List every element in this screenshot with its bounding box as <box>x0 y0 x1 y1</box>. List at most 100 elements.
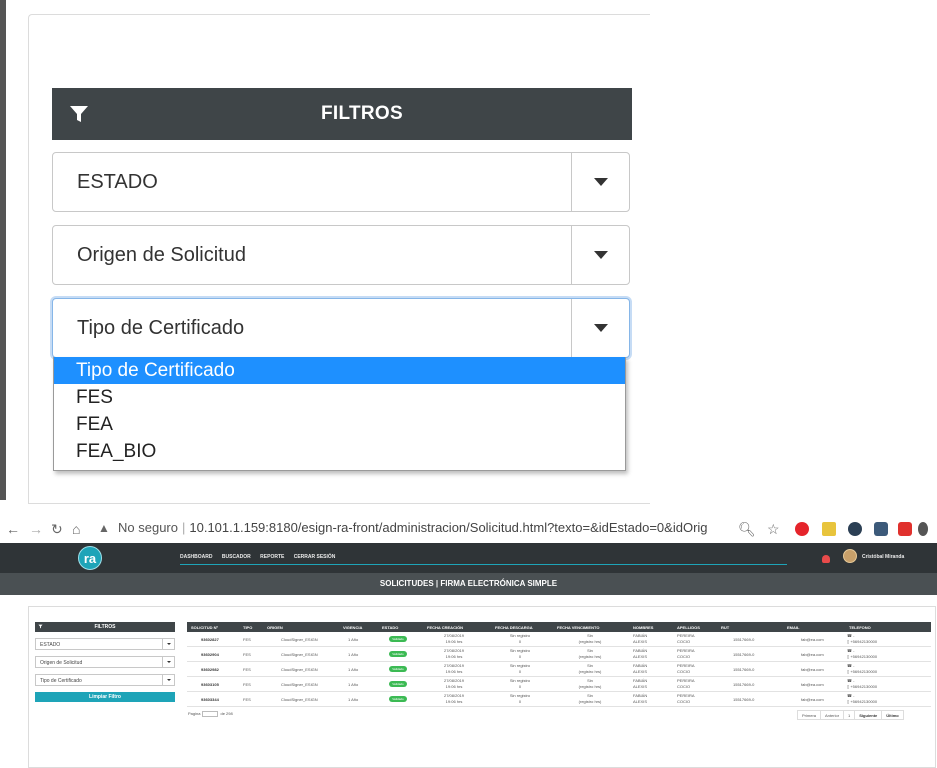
cell-telefono: ☎ - ▯ +56942130000 <box>847 678 877 690</box>
cell-id[interactable]: 93602827 <box>201 637 219 642</box>
zoom-icon[interactable]: 🔍︎ <box>738 521 756 538</box>
estado-dropdown-button[interactable] <box>571 153 629 211</box>
col-header[interactable]: FECHA VENCIMIENTO <box>557 625 599 630</box>
user-name[interactable]: Cristóbal Miranda <box>862 554 904 560</box>
nav-dashboard[interactable]: DASHBOARD <box>180 554 213 560</box>
first-name: FABIÁN <box>633 633 648 638</box>
dropdown-option[interactable]: Tipo de Certificado <box>54 357 625 384</box>
cell-id[interactable]: 93602982 <box>201 667 219 672</box>
star-icon[interactable]: ☆ <box>767 521 780 538</box>
cell-id[interactable]: 93602904 <box>201 652 219 657</box>
pager-next[interactable]: Siguiente <box>854 710 883 720</box>
small-estado-select[interactable]: ESTADO <box>35 638 175 650</box>
nav-buscador[interactable]: BUSCADOR <box>222 554 251 560</box>
extension-icon[interactable] <box>848 522 862 536</box>
phone-icon: ☎ <box>847 678 852 683</box>
table-row[interactable]: 93602827 FES CloudSigner_ESIGN 1 Año Validad… <box>187 632 931 647</box>
back-icon[interactable]: ← <box>6 521 20 537</box>
date: Sin registro <box>509 693 531 698</box>
second-name: ALEXIS <box>633 639 648 644</box>
first-name: FABIÁN <box>633 693 648 698</box>
pagination: Primera Anterior 1 Siguiente Último <box>797 710 904 720</box>
extension-icon[interactable] <box>874 522 888 536</box>
col-header[interactable]: VIGENCIA <box>343 625 362 630</box>
second-last-name: COCIO <box>677 669 691 674</box>
mobile-icon: ▯ <box>847 684 850 689</box>
extension-icon[interactable] <box>898 522 912 536</box>
ra-logo[interactable]: ra <box>78 546 102 570</box>
date: 27/08/2019 <box>443 648 465 653</box>
col-header[interactable]: RUT <box>721 625 729 630</box>
cell-email: fab@ea.com <box>801 697 824 702</box>
chevron-down-icon <box>594 251 608 259</box>
chevron-down-icon[interactable] <box>162 657 174 667</box>
dropdown-option[interactable]: FEA_BIO <box>54 438 625 465</box>
address-bar[interactable]: No seguro | 10.101.1.159:8180/esign-ra-fro… <box>118 520 708 540</box>
page-input[interactable] <box>202 711 219 717</box>
dropdown-option[interactable]: FES <box>54 384 625 411</box>
col-header[interactable]: FECHA DESCARGA <box>495 625 533 630</box>
col-header[interactable]: ESTADO <box>382 625 398 630</box>
col-header[interactable]: ORIGEN <box>267 625 283 630</box>
table-row[interactable]: 93602982 FES CloudSigner_ESIGN 1 Año Validad… <box>187 662 931 677</box>
bell-icon[interactable] <box>822 555 830 563</box>
clear-filters-button[interactable]: Limpiar Filtro <box>35 692 175 702</box>
mobile: +56942130000 <box>850 669 878 674</box>
table-row[interactable]: 93603105 FES CloudSigner_ESIGN 1 Año Validad… <box>187 677 931 692</box>
estado-select[interactable]: ESTADO <box>52 152 630 212</box>
pager-first[interactable]: Primera <box>797 710 822 720</box>
table-row[interactable]: 93603344 FES CloudSigner_ESIGN 1 Año Validad… <box>187 692 931 707</box>
small-origen-value: Origen de Solicitud <box>40 660 83 666</box>
nav-cerrar-sesion[interactable]: CERRAR SESIÓN <box>294 554 336 560</box>
cell-id[interactable]: 93603344 <box>201 697 219 702</box>
col-header[interactable]: APELLIDOS <box>677 625 700 630</box>
phone: - <box>853 678 855 683</box>
dropdown-option[interactable]: FEA <box>54 411 625 438</box>
col-header[interactable]: FECHA CREACIÓN <box>427 625 463 630</box>
small-tipo-select[interactable]: Tipo de Certificado <box>35 674 175 686</box>
top-nav: DASHBOARD BUSCADOR REPORTE CERRAR SESIÓN <box>180 554 343 560</box>
puzzle-icon[interactable] <box>918 522 928 536</box>
cell-id[interactable]: 93603105 <box>201 682 219 687</box>
phone: - <box>853 693 855 698</box>
chevron-down-icon[interactable] <box>162 639 174 649</box>
forward-icon[interactable]: → <box>29 521 43 537</box>
home-icon[interactable]: ⌂ <box>72 521 80 537</box>
col-header[interactable]: NOMBRES <box>633 625 653 630</box>
time: 19:06 hrs <box>445 639 463 644</box>
origen-select[interactable]: Origen de Solicitud <box>52 225 630 285</box>
avatar[interactable] <box>843 549 857 563</box>
cell-vigencia: 1 Año <box>348 697 359 702</box>
small-filters-header: FILTROS <box>35 622 175 632</box>
table-row[interactable]: 93602904 FES CloudSigner_ESIGN 1 Año Validad… <box>187 647 931 662</box>
pager-prev[interactable]: Anterior <box>820 710 845 720</box>
tipo-certificado-dropdown-button[interactable] <box>571 299 629 357</box>
crown-extension-icon[interactable] <box>822 522 836 536</box>
cell-nombres: FABIÁN ALEXIS <box>633 693 647 705</box>
col-header[interactable]: EMAIL <box>787 625 799 630</box>
tipo-certificado-select[interactable]: Tipo de Certificado <box>52 298 630 358</box>
small-origen-select[interactable]: Origen de Solicitud <box>35 656 175 668</box>
origen-select-value: Origen de Solicitud <box>77 244 246 266</box>
opera-extension-icon[interactable] <box>795 522 809 536</box>
col-header[interactable]: SOLICITUD Nº <box>191 625 218 630</box>
reload-icon[interactable]: ↻ <box>51 521 63 538</box>
pager-last[interactable]: Último <box>881 710 904 720</box>
url-text: 10.101.1.159:8180/esign-ra-front/adminis… <box>189 520 708 535</box>
second-last-name: COCIO <box>677 654 691 659</box>
cell-tipo: FES <box>243 697 251 702</box>
mobile: +56942130000 <box>850 699 878 704</box>
cell-rut: 15517669-0 <box>733 697 755 702</box>
cell-email: fab@ea.com <box>801 667 824 672</box>
phone: - <box>853 663 855 668</box>
time: (registro hrs) <box>578 639 602 644</box>
nav-reporte[interactable]: REPORTE <box>260 554 284 560</box>
origen-dropdown-button[interactable] <box>571 226 629 284</box>
col-header[interactable]: TELEFONO <box>849 625 871 630</box>
cell-vigencia: 1 Año <box>348 637 359 642</box>
date: 27/08/2019 <box>443 693 465 698</box>
second-last-name: COCIO <box>677 684 691 689</box>
last-name: PEREIRA <box>677 633 695 638</box>
chevron-down-icon[interactable] <box>162 675 174 685</box>
col-header[interactable]: TIPO <box>243 625 252 630</box>
